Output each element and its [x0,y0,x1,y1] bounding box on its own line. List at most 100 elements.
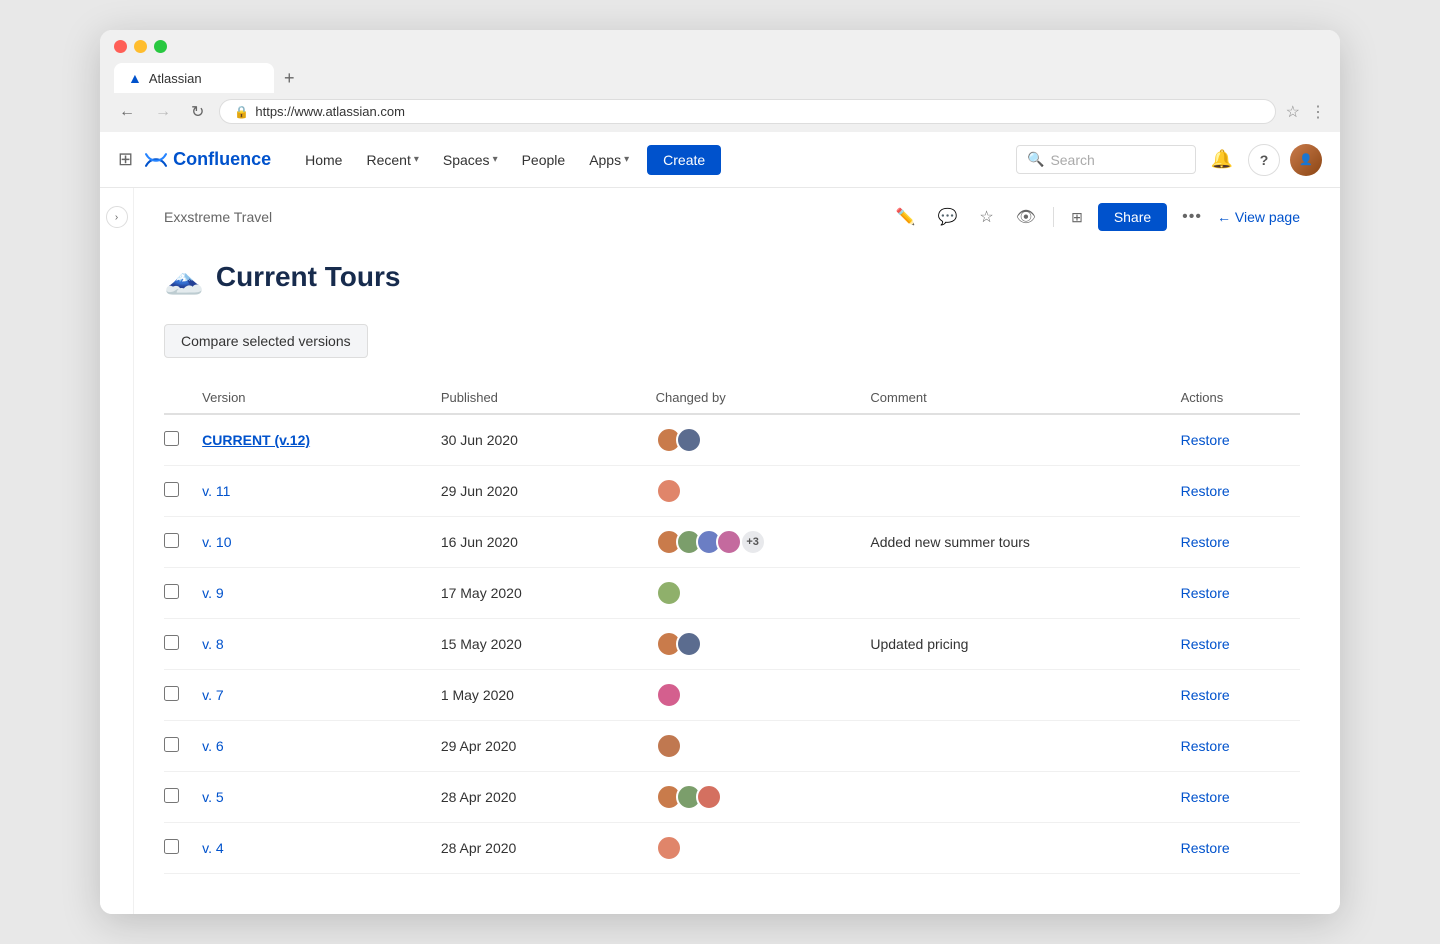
search-icon: 🔍 [1027,151,1044,168]
avatar [696,784,722,810]
version-checkbox[interactable] [164,737,179,752]
main-content: Exxstreme Travel ✏️ 💬 ☆ 👁 [134,188,1340,914]
comment-cell [870,568,1180,619]
restore-link[interactable]: Restore [1181,738,1230,754]
watch-button[interactable]: 👁 [1009,202,1043,232]
col-header-changed: Changed by [656,382,871,414]
version-link[interactable]: v. 7 [202,687,224,703]
page-title: Current Tours [216,261,401,293]
view-page-button[interactable]: ← View page [1217,209,1300,225]
table-row: v. 815 May 2020Updated pricingRestore [164,619,1300,670]
create-button[interactable]: Create [647,145,721,175]
reload-button[interactable]: ↻ [186,100,209,124]
nav-people[interactable]: People [512,144,576,176]
copy-button[interactable]: ⊞ [1064,204,1090,231]
version-link[interactable]: v. 11 [202,483,230,499]
version-checkbox[interactable] [164,533,179,548]
version-link[interactable]: v. 5 [202,789,224,805]
actions-cell: Restore [1181,466,1300,517]
help-button[interactable]: ? [1248,144,1280,176]
restore-link[interactable]: Restore [1181,789,1230,805]
published-cell: 16 Jun 2020 [441,517,656,568]
back-button[interactable]: ← [114,101,140,123]
new-tab-button[interactable]: + [274,64,305,93]
comment-cell: Updated pricing [870,619,1180,670]
traffic-light-red[interactable] [114,40,127,53]
star-icon[interactable]: ☆ [1286,102,1300,122]
browser-tab[interactable]: ▲ Atlassian [114,63,274,93]
restore-link[interactable]: Restore [1181,687,1230,703]
nav-spaces[interactable]: Spaces ▾ [433,144,508,176]
published-cell: 29 Jun 2020 [441,466,656,517]
actions-cell: Restore [1181,619,1300,670]
url-text: https://www.atlassian.com [255,104,405,119]
version-checkbox[interactable] [164,635,179,650]
version-checkbox[interactable] [164,482,179,497]
share-button[interactable]: Share [1098,203,1167,231]
row-checkbox-cell [164,619,202,670]
table-header-row: Version Published Changed by Comment Act… [164,382,1300,414]
page-area: › Exxstreme Travel ✏️ 💬 ☆ 👁 [100,188,1340,914]
version-cell: v. 7 [202,670,441,721]
view-page-label: ← View page [1217,209,1300,225]
row-checkbox-cell [164,772,202,823]
restore-link[interactable]: Restore [1181,534,1230,550]
url-bar[interactable]: 🔒 https://www.atlassian.com [219,99,1275,124]
comment-cell [870,414,1180,466]
compare-versions-button[interactable]: Compare selected versions [164,324,368,358]
table-row: v. 917 May 2020Restore [164,568,1300,619]
version-cell: v. 6 [202,721,441,772]
avatar [656,580,682,606]
nav-recent[interactable]: Recent ▾ [356,144,428,176]
changed-by-cell [656,619,871,670]
version-checkbox[interactable] [164,686,179,701]
edit-icon: ✏️ [896,207,916,227]
version-checkbox[interactable] [164,431,179,446]
changed-by-cell [656,670,871,721]
avatar-group [656,784,859,810]
version-link[interactable]: v. 8 [202,636,224,652]
more-icon: ••• [1182,208,1202,226]
version-link[interactable]: v. 10 [202,534,231,550]
search-box[interactable]: 🔍 Search [1016,145,1196,174]
toolbar-divider [1053,207,1054,227]
nav-home[interactable]: Home [295,144,352,176]
table-row: v. 629 Apr 2020Restore [164,721,1300,772]
user-avatar[interactable]: 👤 [1290,144,1322,176]
restore-link[interactable]: Restore [1181,483,1230,499]
traffic-light-green[interactable] [154,40,167,53]
published-cell: 28 Apr 2020 [441,823,656,874]
version-link[interactable]: CURRENT (v.12) [202,432,310,448]
sidebar-toggle-button[interactable]: › [106,206,128,228]
version-link[interactable]: v. 9 [202,585,224,601]
notifications-button[interactable]: 🔔 [1206,144,1238,176]
help-icon: ? [1260,152,1269,168]
version-checkbox[interactable] [164,839,179,854]
grid-icon[interactable]: ⊞ [118,149,133,170]
restore-link[interactable]: Restore [1181,840,1230,856]
comment-cell [870,466,1180,517]
sidebar-toggle[interactable]: › [100,188,134,914]
version-checkbox[interactable] [164,584,179,599]
actions-cell: Restore [1181,721,1300,772]
watch-icon: 👁 [1016,207,1036,227]
comment-button[interactable]: 💬 [931,202,965,232]
restore-link[interactable]: Restore [1181,585,1230,601]
version-cell: v. 8 [202,619,441,670]
star-button[interactable]: ☆ [972,202,1000,232]
avatar [656,478,682,504]
version-checkbox[interactable] [164,788,179,803]
edit-button[interactable]: ✏️ [889,202,923,232]
more-button[interactable]: ••• [1175,203,1209,231]
confluence-logo[interactable]: Confluence [145,149,271,171]
published-cell: 28 Apr 2020 [441,772,656,823]
version-link[interactable]: v. 6 [202,738,224,754]
menu-icon[interactable]: ⋮ [1310,102,1326,122]
forward-button[interactable]: → [150,101,176,123]
nav-apps[interactable]: Apps ▾ [579,144,639,176]
restore-link[interactable]: Restore [1181,636,1230,652]
version-link[interactable]: v. 4 [202,840,224,856]
traffic-light-yellow[interactable] [134,40,147,53]
row-checkbox-cell [164,721,202,772]
restore-link[interactable]: Restore [1181,432,1230,448]
